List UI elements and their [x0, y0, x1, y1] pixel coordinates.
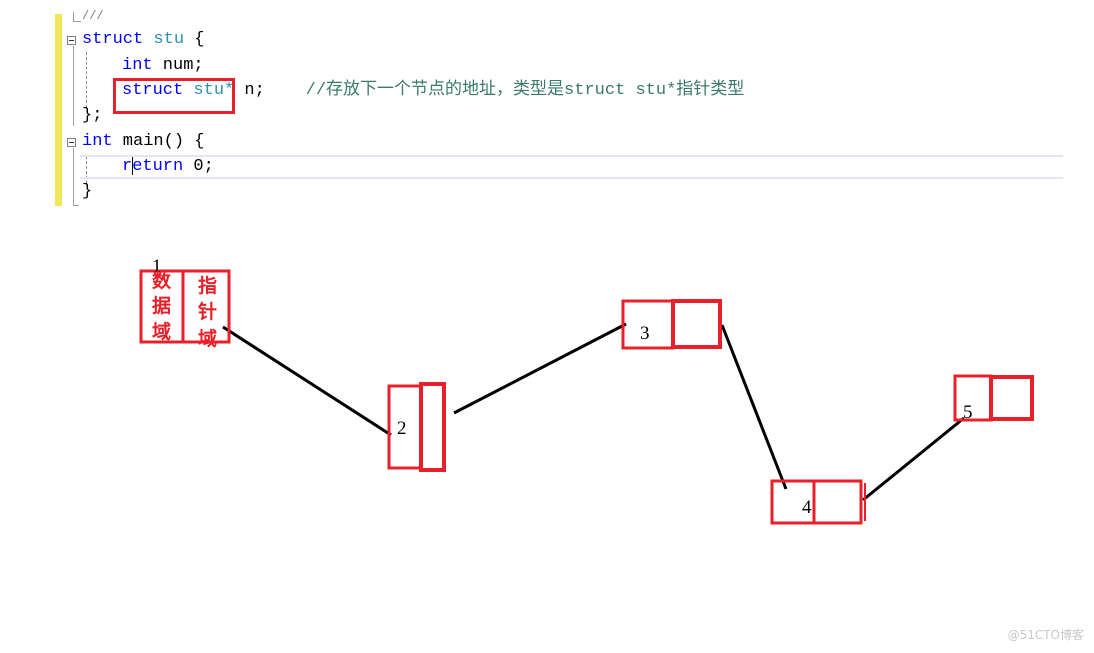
- node-1-data-char: 域: [152, 320, 171, 343]
- node-1-pointer-char: 指: [198, 275, 217, 297]
- linked-list-diagram: 1 数 据 域 指 针 域 2 3 4 5: [139, 256, 1034, 525]
- link-3-to-4: [720, 324, 788, 490]
- watermark: @51CTO博客: [1007, 628, 1084, 642]
- node-2-label: 2: [397, 418, 407, 439]
- links: [222, 322, 965, 502]
- node-3-pointer-field: [671, 299, 722, 349]
- node-1-pointer-char: 针: [198, 300, 217, 323]
- node-1-pointer-char: 域: [198, 327, 217, 350]
- node-5-pointer-field: [989, 375, 1034, 421]
- node-5: 5: [953, 374, 1034, 423]
- node-3-label: 3: [640, 323, 650, 344]
- link-1-to-2: [222, 325, 392, 437]
- node-1-data-char: 据: [152, 294, 171, 317]
- node-4-pointer-field: [812, 479, 863, 525]
- node-5-label: 5: [963, 402, 973, 423]
- node-3: 3: [621, 299, 722, 350]
- node-1-data-char: 数: [152, 269, 172, 292]
- node-4-label: 4: [802, 497, 812, 518]
- node-2-pointer-field: [419, 382, 446, 472]
- node-2: 2: [387, 382, 446, 472]
- link-4-to-5: [862, 416, 965, 502]
- link-2-to-3: [453, 322, 627, 415]
- node-1: 1 数 据 域 指 针 域: [139, 256, 231, 350]
- node-5-data-field: [953, 374, 993, 422]
